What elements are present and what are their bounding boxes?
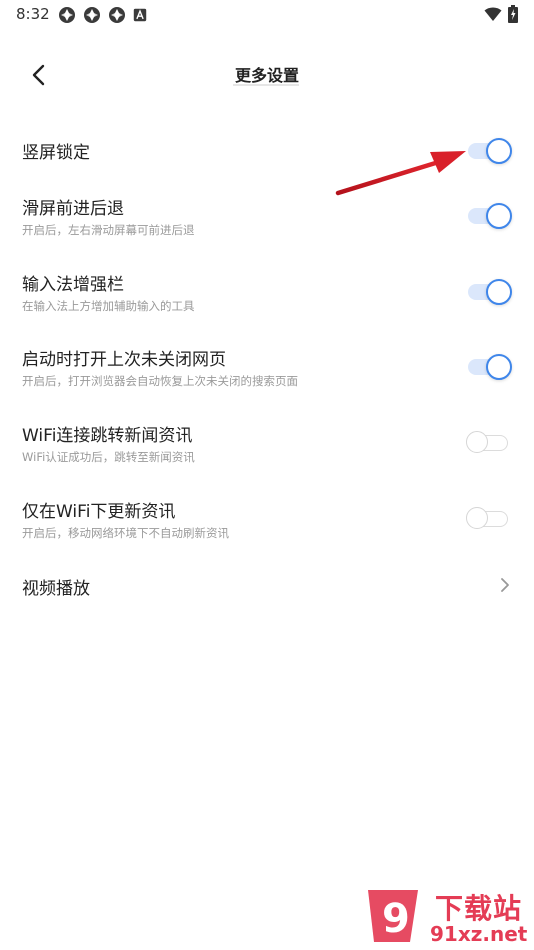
app-notification-icon [109,7,125,23]
toggle-switch[interactable] [466,505,512,531]
setting-subtitle: WiFi认证成功后，跳转至新闻资讯 [22,450,195,464]
setting-row[interactable]: 滑屏前进后退开启后，左右滑动屏幕可前进后退 [0,194,534,254]
title-underline [233,84,299,86]
setting-title: 启动时打开上次未关闭网页 [22,350,226,370]
battery-charging-icon [508,5,518,23]
toggle-switch[interactable] [466,137,512,164]
page-title: 更多设置 [234,66,299,85]
toggle-knob [486,279,512,305]
notification-icons [58,6,147,24]
setting-subtitle: 开启后，移动网络环境下不自动刷新资讯 [22,526,229,540]
watermark-url: 91xz.net [430,922,528,946]
status-icons-right [484,5,518,23]
setting-subtitle: 在输入法上方增加辅助输入的工具 [22,299,195,313]
toggle-switch[interactable] [466,278,512,305]
video-playback-label: 视频播放 [22,579,90,599]
header: 更多设置 [0,50,534,98]
app-notification-icon [59,7,75,23]
a-notification-icon [133,8,147,22]
watermark: 9 下载站 91xz.net [360,882,534,950]
setting-title: WiFi连接跳转新闻资讯 [22,426,193,446]
toggle-knob [466,431,488,453]
watermark-text: 下载站 [435,892,523,925]
annotation-arrow [335,151,466,196]
app-notification-icon [84,7,100,23]
setting-subtitle: 开启后，打开浏览器会自动恢复上次未关闭的搜索页面 [22,374,298,388]
toggle-switch[interactable] [466,429,512,455]
toggle-knob [486,203,512,229]
setting-title: 竖屏锁定 [22,143,90,163]
setting-row[interactable]: 输入法增强栏在输入法上方增加辅助输入的工具 [0,270,534,330]
watermark-logo-digit: 9 [382,896,410,942]
setting-row[interactable]: WiFi连接跳转新闻资讯 WiFi认证成功后，跳转至新闻资讯 [0,421,534,481]
setting-title: 仅在WiFi下更新资讯 [22,502,176,522]
setting-row[interactable]: 仅在WiFi下更新资讯开启后，移动网络环境下不自动刷新资讯 [0,497,534,557]
toggle-knob [486,138,512,164]
setting-row[interactable]: 启动时打开上次未关闭网页开启后，打开浏览器会自动恢复上次未关闭的搜索页面 [0,345,534,405]
toggle-switch[interactable] [466,202,512,229]
chevron-right-icon [501,578,509,592]
setting-title: 滑屏前进后退 [22,199,124,219]
status-time: 8:32 [16,5,50,23]
setting-title: 输入法增强栏 [22,275,124,295]
video-playback-row[interactable]: 视频播放 [0,566,534,606]
setting-subtitle: 开启后，左右滑动屏幕可前进后退 [22,223,195,237]
status-bar: 8:32 [0,0,534,30]
wifi-icon [484,7,502,21]
toggle-switch[interactable] [466,353,512,380]
toggle-knob [486,354,512,380]
toggle-knob [466,507,488,529]
watermark-logo: 9 [368,890,418,942]
